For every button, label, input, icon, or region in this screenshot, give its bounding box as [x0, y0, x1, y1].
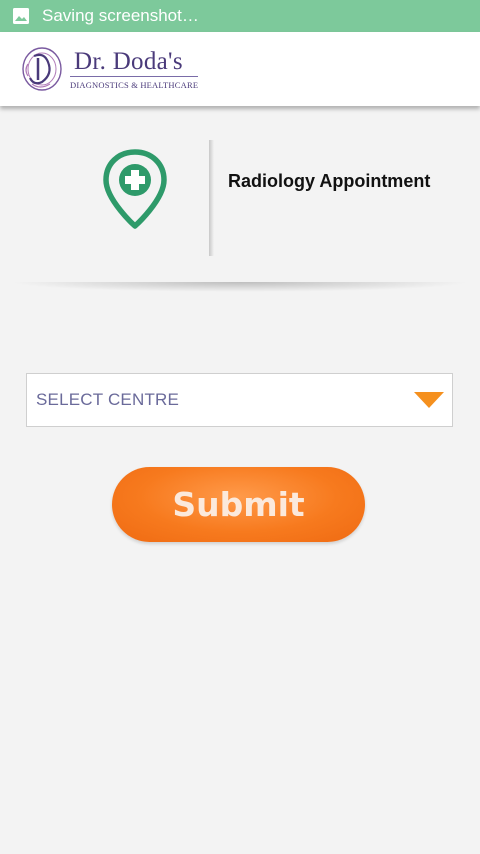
card-divider [209, 140, 214, 256]
logo: Dr. Doda's DIAGNOSTICS & HEALTHCARE [70, 49, 199, 90]
logo-icon [22, 47, 62, 91]
submit-button[interactable]: Submit [112, 467, 365, 542]
status-bar: Saving screenshot… [0, 0, 480, 32]
status-text: Saving screenshot… [42, 6, 199, 25]
location-plus-icon [103, 149, 167, 229]
select-centre-dropdown[interactable]: SELECT CENTRE [26, 373, 453, 427]
chevron-down-icon [414, 392, 444, 408]
service-title: Radiology Appointment [228, 171, 431, 191]
select-centre-value: SELECT CENTRE [36, 390, 180, 409]
card-shadow [10, 282, 470, 292]
service-card[interactable] [0, 120, 480, 286]
image-icon [13, 8, 29, 24]
app-header: Dr. Doda's DIAGNOSTICS & HEALTHCARE [0, 32, 480, 106]
service-icon-container [100, 148, 170, 232]
logo-name: Dr. Doda's [70, 49, 199, 77]
logo-tagline: DIAGNOSTICS & HEALTHCARE [70, 79, 199, 90]
